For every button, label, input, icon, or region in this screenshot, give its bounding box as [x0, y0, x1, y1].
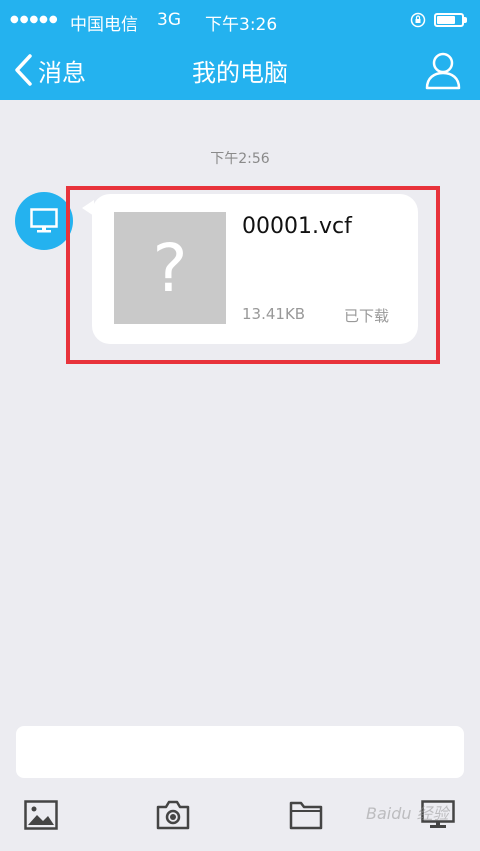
app-header: ●●●●● 中国电信 3G 下午3:26 消息 我的电脑: [0, 0, 480, 100]
highlight-box: [66, 186, 440, 364]
nav-bar: 消息 我的电脑: [0, 40, 480, 100]
battery-nub: [464, 17, 467, 23]
status-bar: ●●●●● 中国电信 3G 下午3:26: [0, 0, 480, 40]
message-timestamp: 下午2:56: [210, 151, 270, 167]
camera-icon[interactable]: [156, 800, 190, 830]
battery-icon: [434, 13, 464, 27]
folder-icon[interactable]: [289, 800, 323, 830]
battery-level: [437, 16, 455, 24]
status-time: 下午3:26: [205, 15, 278, 35]
message-input[interactable]: [16, 726, 464, 778]
page-title: 我的电脑: [192, 59, 288, 87]
signal-strength: ●●●●●: [10, 14, 59, 25]
computer-icon: [30, 208, 58, 233]
watermark: Baidu 经验: [366, 804, 449, 823]
image-icon[interactable]: [24, 800, 58, 830]
person-icon[interactable]: [424, 50, 462, 90]
rotation-lock-icon: [410, 12, 426, 28]
network-label: 3G: [157, 10, 181, 30]
carrier-label: 中国电信: [70, 15, 138, 35]
sender-avatar[interactable]: [15, 192, 73, 250]
